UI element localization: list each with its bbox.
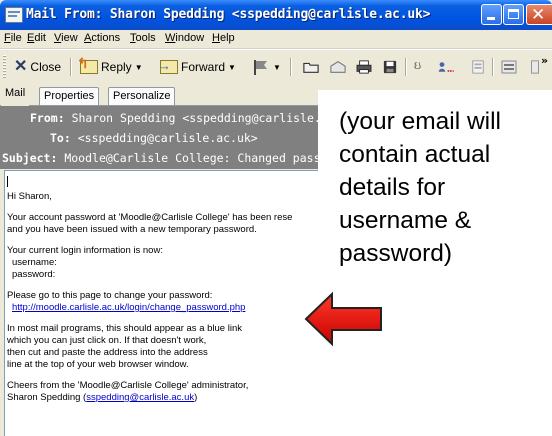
password-label: password: [12,269,56,280]
tab-mail[interactable]: Mail [1,85,30,106]
subject-row: Subject: Moodle@Carlisle College: Change… [2,151,348,165]
standard-toolbar: ✕ Close Reply ▼ Forward ▼ ▼ [0,49,552,85]
reply-button[interactable]: Reply ▼ [77,55,143,77]
follow-up-dropdown-icon[interactable]: ▼ [273,63,281,72]
body-line: Please go to this page to change your pa… [7,290,213,301]
to-value[interactable]: <sspedding@carlisle.ac.uk> [78,131,258,145]
minimize-button[interactable] [481,4,502,25]
body-line: line at the top of your web browser wind… [7,359,189,370]
toolbar-separator [290,58,292,76]
close-window-button[interactable]: ✕ [526,4,552,25]
text-cursor [7,176,8,187]
reply-dropdown-icon[interactable]: ▼ [135,63,143,72]
body-line: Your account password at 'Moodle@Carlisl… [7,212,293,223]
signature-email-link[interactable]: sspedding@carlisle.ac.uk [86,392,194,403]
forward-dropdown-icon[interactable]: ▼ [228,63,236,72]
subject-label: Subject: [2,151,58,165]
toolbar-overflow-chevron[interactable]: » [541,54,552,68]
toolbar-separator [492,58,494,76]
menu-view[interactable]: View [54,32,78,44]
body-line: then cut and paste the address into the … [7,347,208,358]
close-button[interactable]: ✕ Close [14,57,61,77]
address-book-icon[interactable] [438,60,454,74]
from-label: From: [30,111,65,125]
follow-up-button[interactable]: ▼ [252,57,281,77]
tab-personalize[interactable]: Personalize [108,87,176,105]
menu-actions[interactable]: Actions [84,32,120,44]
previous-item-icon[interactable] [501,60,517,74]
toolbar-grip[interactable] [3,55,6,79]
annotation-line: contain actual [339,141,491,168]
signature-name-line: Sharon Spedding (sspedding@carlisle.ac.u… [7,392,198,403]
menu-edit[interactable]: Edit [27,32,46,44]
maximize-button[interactable] [503,4,524,25]
follow-up-flag-icon [254,60,267,75]
forward-icon [158,58,178,74]
menu-file[interactable]: File [4,32,22,44]
toolbar-separator [405,58,407,76]
print-icon[interactable] [356,60,372,74]
subject-value: Moodle@Carlisle College: Changed passwor… [64,151,349,165]
forward-button[interactable]: Forward ▼ [158,57,236,77]
window-title: Mail From: Sharon Spedding <sspedding@ca… [26,7,431,22]
menu-bar: File Edit View Actions Tools Window Help [0,30,552,49]
close-x-icon: ✕ [14,58,28,75]
red-arrow-icon [304,291,382,347]
body-line: and you have been issued with a new temp… [7,224,257,235]
mail-message-icon [5,7,23,23]
save-icon[interactable] [382,60,398,74]
annotation-text: (your email will contain actual details … [339,105,552,270]
to-row: To: <sspedding@carlisle.ac.uk> [50,131,258,145]
find-icon[interactable]: ઇ [414,59,430,73]
username-label: username: [12,257,57,268]
mark-read-icon[interactable] [330,60,346,74]
menu-window[interactable]: Window [165,32,204,44]
title-bar[interactable]: Mail From: Sharon Spedding <sspedding@ca… [0,0,552,30]
change-password-link[interactable]: http://moodle.carlisle.ac.uk/login/chang… [12,302,245,313]
annotation-line: (your email will [339,108,502,135]
toolbar-separator [70,58,72,76]
annotation-line: username & [339,207,472,234]
minimize-icon [487,17,495,20]
body-line: In most mail programs, this should appea… [7,323,242,334]
annotation-line: password) [339,240,453,267]
maximize-icon [508,9,519,19]
from-row: From: Sharon Spedding <sspedding@carlisl… [30,111,362,125]
to-label: To: [50,131,71,145]
signature-line: Cheers from the 'Moodle@Carlisle College… [7,380,249,391]
annotation-line: details for [339,174,446,201]
menu-help[interactable]: Help [212,32,235,44]
close-icon: ✕ [531,5,546,25]
greeting-text: Hi Sharon, [7,191,52,202]
menu-tools[interactable]: Tools [130,32,156,44]
move-to-folder-icon[interactable] [303,60,319,74]
body-line: Your current login information is now: [7,245,163,256]
reply-icon [77,55,98,74]
tab-properties[interactable]: Properties [39,87,100,105]
options-icon[interactable] [470,60,486,74]
body-line: which you can just click on. If that doe… [7,335,207,346]
